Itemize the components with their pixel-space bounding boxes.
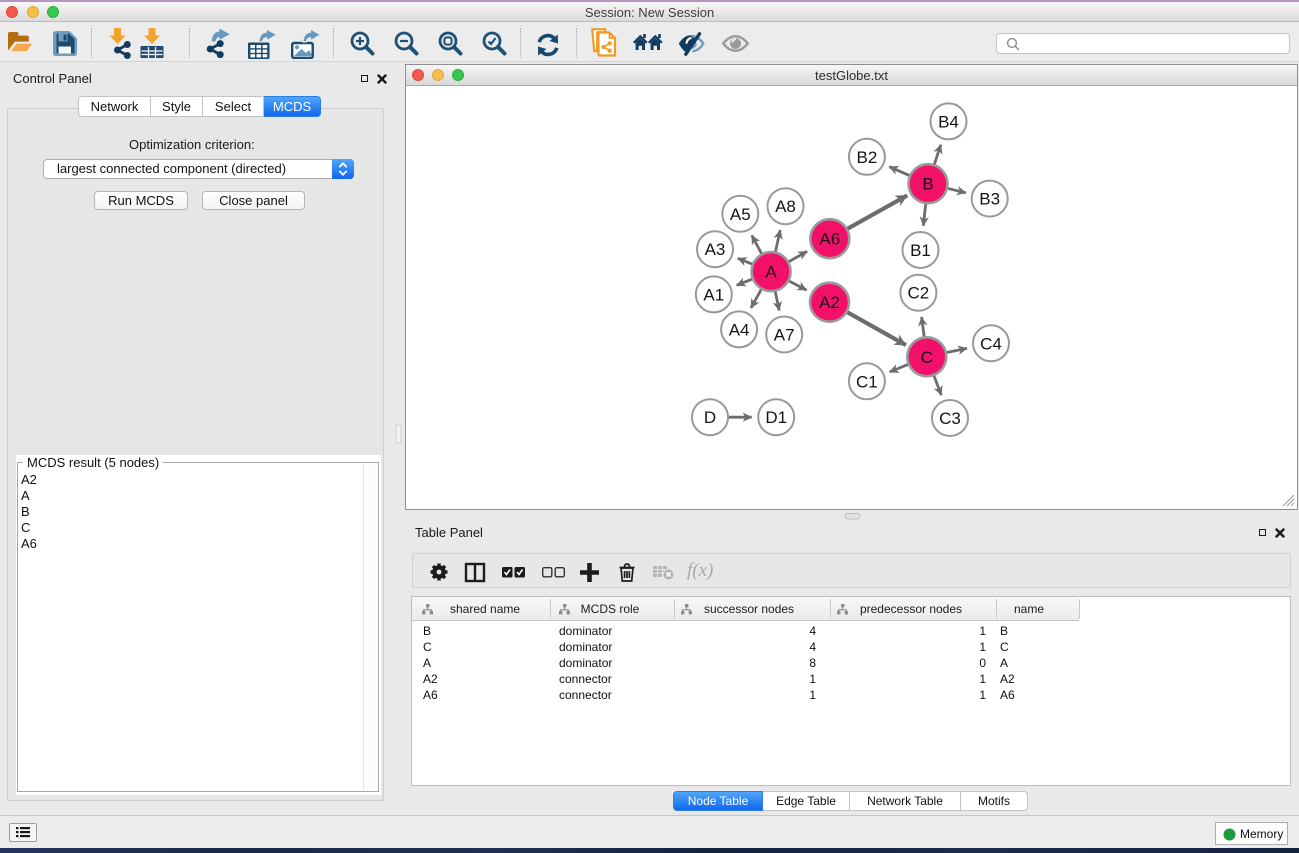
svg-text:C4: C4 xyxy=(980,334,1002,353)
svg-text:A2: A2 xyxy=(819,293,840,312)
svg-text:A3: A3 xyxy=(705,240,726,259)
svg-text:D: D xyxy=(704,408,716,427)
svg-text:A7: A7 xyxy=(774,326,795,345)
svg-text:C3: C3 xyxy=(939,409,961,428)
svg-text:A8: A8 xyxy=(775,197,796,216)
svg-text:A1: A1 xyxy=(703,285,724,304)
svg-text:A5: A5 xyxy=(730,205,751,224)
svg-text:A6: A6 xyxy=(819,230,840,249)
svg-text:A4: A4 xyxy=(729,320,750,339)
svg-text:C2: C2 xyxy=(908,284,930,303)
svg-text:B4: B4 xyxy=(938,112,959,131)
svg-text:B: B xyxy=(922,175,933,194)
svg-text:C: C xyxy=(921,348,933,367)
svg-text:A: A xyxy=(765,263,777,282)
svg-text:C1: C1 xyxy=(856,372,878,391)
svg-text:B2: B2 xyxy=(857,148,878,167)
svg-text:D1: D1 xyxy=(765,408,787,427)
svg-text:B1: B1 xyxy=(910,241,931,260)
svg-text:B3: B3 xyxy=(979,190,1000,209)
